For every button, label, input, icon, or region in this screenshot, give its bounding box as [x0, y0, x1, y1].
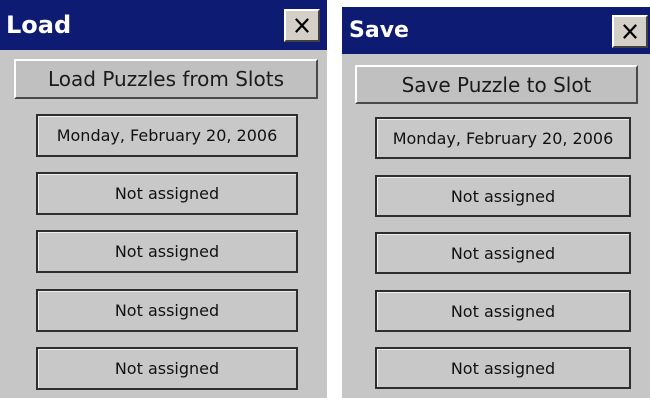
close-icon [295, 18, 309, 33]
save-dialog-title: Save [349, 18, 409, 43]
save-slot-5-button[interactable]: Not assigned [375, 347, 631, 389]
save-slot-4-button[interactable]: Not assigned [375, 290, 631, 332]
save-titlebar: Save [342, 7, 650, 54]
save-dialog: Save Save Puzzle to Slot Monday, Februar… [342, 7, 650, 398]
load-slot-1-button[interactable]: Monday, February 20, 2006 [36, 114, 298, 157]
load-slot-3-button[interactable]: Not assigned [36, 230, 298, 273]
load-slot-2-button[interactable]: Not assigned [36, 172, 298, 215]
load-dialog-title: Load [6, 11, 72, 39]
save-puzzle-button[interactable]: Save Puzzle to Slot [355, 65, 638, 104]
save-slot-1-button[interactable]: Monday, February 20, 2006 [375, 117, 631, 159]
save-slot-2-button[interactable]: Not assigned [375, 175, 631, 217]
load-slot-5-button[interactable]: Not assigned [36, 347, 298, 390]
save-close-button[interactable] [612, 15, 648, 48]
load-close-button[interactable] [284, 9, 320, 42]
load-slot-4-button[interactable]: Not assigned [36, 289, 298, 332]
load-dialog: Load Load Puzzles from Slots Monday, Feb… [0, 0, 327, 398]
save-slot-3-button[interactable]: Not assigned [375, 232, 631, 274]
close-icon [623, 24, 637, 39]
load-titlebar: Load [0, 0, 327, 50]
load-puzzles-button[interactable]: Load Puzzles from Slots [14, 59, 318, 99]
